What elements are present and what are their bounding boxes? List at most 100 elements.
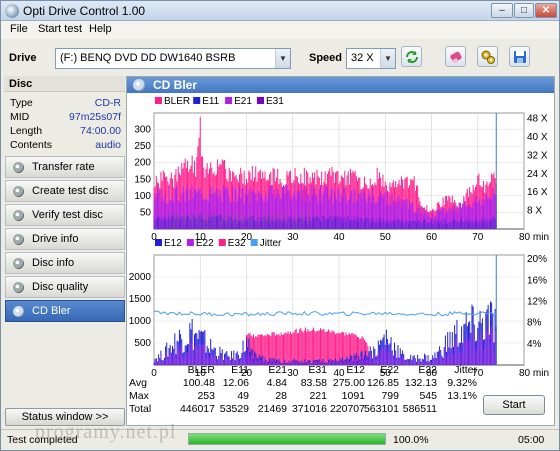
legend-label: Jitter [260, 238, 282, 249]
y-tick-label: 250 [134, 141, 151, 152]
disc-heading: Disc [4, 76, 125, 92]
sidebar: Disc Type CD-R MID 97m25s07f Length 74:0… [4, 76, 125, 426]
stats-header: Jitter [454, 364, 477, 376]
stats-table: BLER E11 E21 E31 E12 E22 E32 Jitter Avg 100.48 12.… [129, 364, 499, 416]
disc-type-value: CD-R [94, 97, 121, 109]
nav-label: Transfer rate [32, 161, 95, 173]
disc-icon [13, 162, 24, 173]
x-tick-label: 60 [426, 232, 438, 243]
progress-label: 100.0% [393, 434, 429, 446]
disc-icon [13, 306, 24, 317]
nav-disc-info[interactable]: Disc info [5, 252, 125, 274]
nav-label: Verify test disc [32, 209, 103, 221]
legend-label: E31 [266, 96, 284, 107]
app-window: Opti Drive Control 1.00 – □ ✕ File Start… [0, 0, 560, 451]
x-tick-label: 80 min [519, 232, 549, 243]
y-tick-label: 100 [134, 191, 151, 202]
legend-label: E22 [196, 238, 214, 249]
menu-help[interactable]: Help [89, 23, 112, 35]
settings-button[interactable] [477, 46, 498, 67]
window-title: Opti Drive Control 1.00 [23, 4, 146, 18]
legend-swatch [186, 239, 194, 246]
save-button[interactable] [509, 46, 530, 67]
legend-swatch [250, 239, 258, 246]
nav-cd-bler[interactable]: CD Bler [5, 300, 125, 322]
nav-create-test-disc[interactable]: Create test disc [5, 180, 125, 202]
menu-file[interactable]: File [10, 23, 28, 35]
y-tick-label: 1500 [129, 294, 152, 305]
gears-icon [481, 50, 495, 64]
legend-swatch [155, 239, 162, 246]
progress-bar [188, 433, 386, 445]
menu-bar: File Start test Help [1, 21, 559, 39]
y2-tick-label: 40 X [527, 132, 548, 143]
drive-label: Drive [9, 52, 37, 64]
legend-swatch [155, 97, 162, 104]
erase-button[interactable] [445, 46, 466, 67]
y2-tick-label: 8 X [527, 206, 542, 217]
nav-drive-info[interactable]: Drive info [5, 228, 125, 250]
chevron-down-icon: ▼ [380, 49, 395, 68]
disc-icon [133, 79, 145, 91]
nav-label: Disc info [32, 257, 75, 269]
save-icon [513, 51, 526, 63]
stats-cell: 13.1% [447, 390, 477, 402]
x-tick-label: 40 [333, 232, 345, 243]
disc-type-label: Type [10, 97, 33, 109]
app-icon [5, 4, 19, 18]
disc-length-value: 74:00.00 [80, 125, 121, 137]
y2-tick-label: 20% [527, 254, 547, 265]
x-tick-label: 30 [287, 232, 299, 243]
y-tick-label: 50 [140, 207, 152, 218]
eraser-icon [449, 51, 462, 64]
y-tick-label: 500 [134, 338, 151, 349]
nav-label: Disc quality [32, 281, 89, 293]
legend-label: E11 [202, 96, 219, 107]
y-tick-label: 300 [134, 125, 151, 136]
disc-contents-label: Contents [10, 139, 53, 151]
speed-select[interactable]: 32 X ▼ [346, 48, 396, 69]
charts-area: BLER E11 E21 E310 10 20 30 40 50 60 70 80 min501001… [129, 96, 549, 379]
watermark: programy.net.pl [171, 207, 313, 229]
y2-tick-label: 16% [527, 275, 547, 286]
disc-contents-value: audio [95, 139, 121, 151]
speed-select-value: 32 X [351, 52, 374, 64]
disc-length-label: Length [10, 125, 43, 137]
menu-start-test[interactable]: Start test [38, 23, 82, 35]
toolbar: Drive (F:) BENQ DVD DD DW1640 BSRB ▼ Spe… [1, 39, 559, 75]
close-button[interactable]: ✕ [535, 3, 557, 18]
nav-label: Drive info [32, 233, 79, 245]
drive-select[interactable]: (F:) BENQ DVD DD DW1640 BSRB ▼ [55, 48, 291, 69]
y2-tick-label: 16 X [527, 187, 548, 198]
legend-label: E21 [234, 96, 252, 107]
disc-icon [13, 186, 24, 197]
drive-select-value: (F:) BENQ DVD DD DW1640 BSRB [60, 52, 236, 64]
refresh-icon [405, 51, 418, 63]
y2-tick-label: 32 X [527, 150, 548, 161]
nav-label: CD Bler [32, 305, 71, 317]
disc-icon [13, 210, 24, 221]
chevron-down-icon: ▼ [275, 49, 290, 68]
x-tick-label: 70 [472, 232, 484, 243]
panel-header: CD Bler [127, 77, 554, 93]
title-bar: Opti Drive Control 1.00 – □ ✕ [1, 1, 559, 21]
stats-cell: 9.32% [447, 377, 477, 389]
speed-label: Speed [309, 52, 343, 64]
legend-label: E12 [164, 238, 182, 249]
nav-transfer-rate[interactable]: Transfer rate [5, 156, 125, 178]
nav-verify-test-disc[interactable]: Verify test disc [5, 204, 125, 226]
refresh-button[interactable] [401, 46, 422, 67]
y2-tick-label: 12% [527, 297, 547, 308]
maximize-button[interactable]: □ [514, 3, 534, 18]
legend-swatch [257, 97, 264, 104]
elapsed-time: 05:00 [518, 434, 545, 446]
minimize-button[interactable]: – [491, 3, 513, 18]
y-tick-label: 1000 [129, 316, 152, 327]
start-button[interactable]: Start [483, 395, 545, 415]
disc-mid-label: MID [10, 111, 30, 123]
watermark: programy.net.pl [35, 421, 177, 443]
legend-swatch [193, 97, 201, 104]
nav-disc-quality[interactable]: Disc quality [5, 276, 125, 298]
disc-icon [13, 234, 24, 245]
y2-tick-label: 24 X [527, 169, 548, 180]
